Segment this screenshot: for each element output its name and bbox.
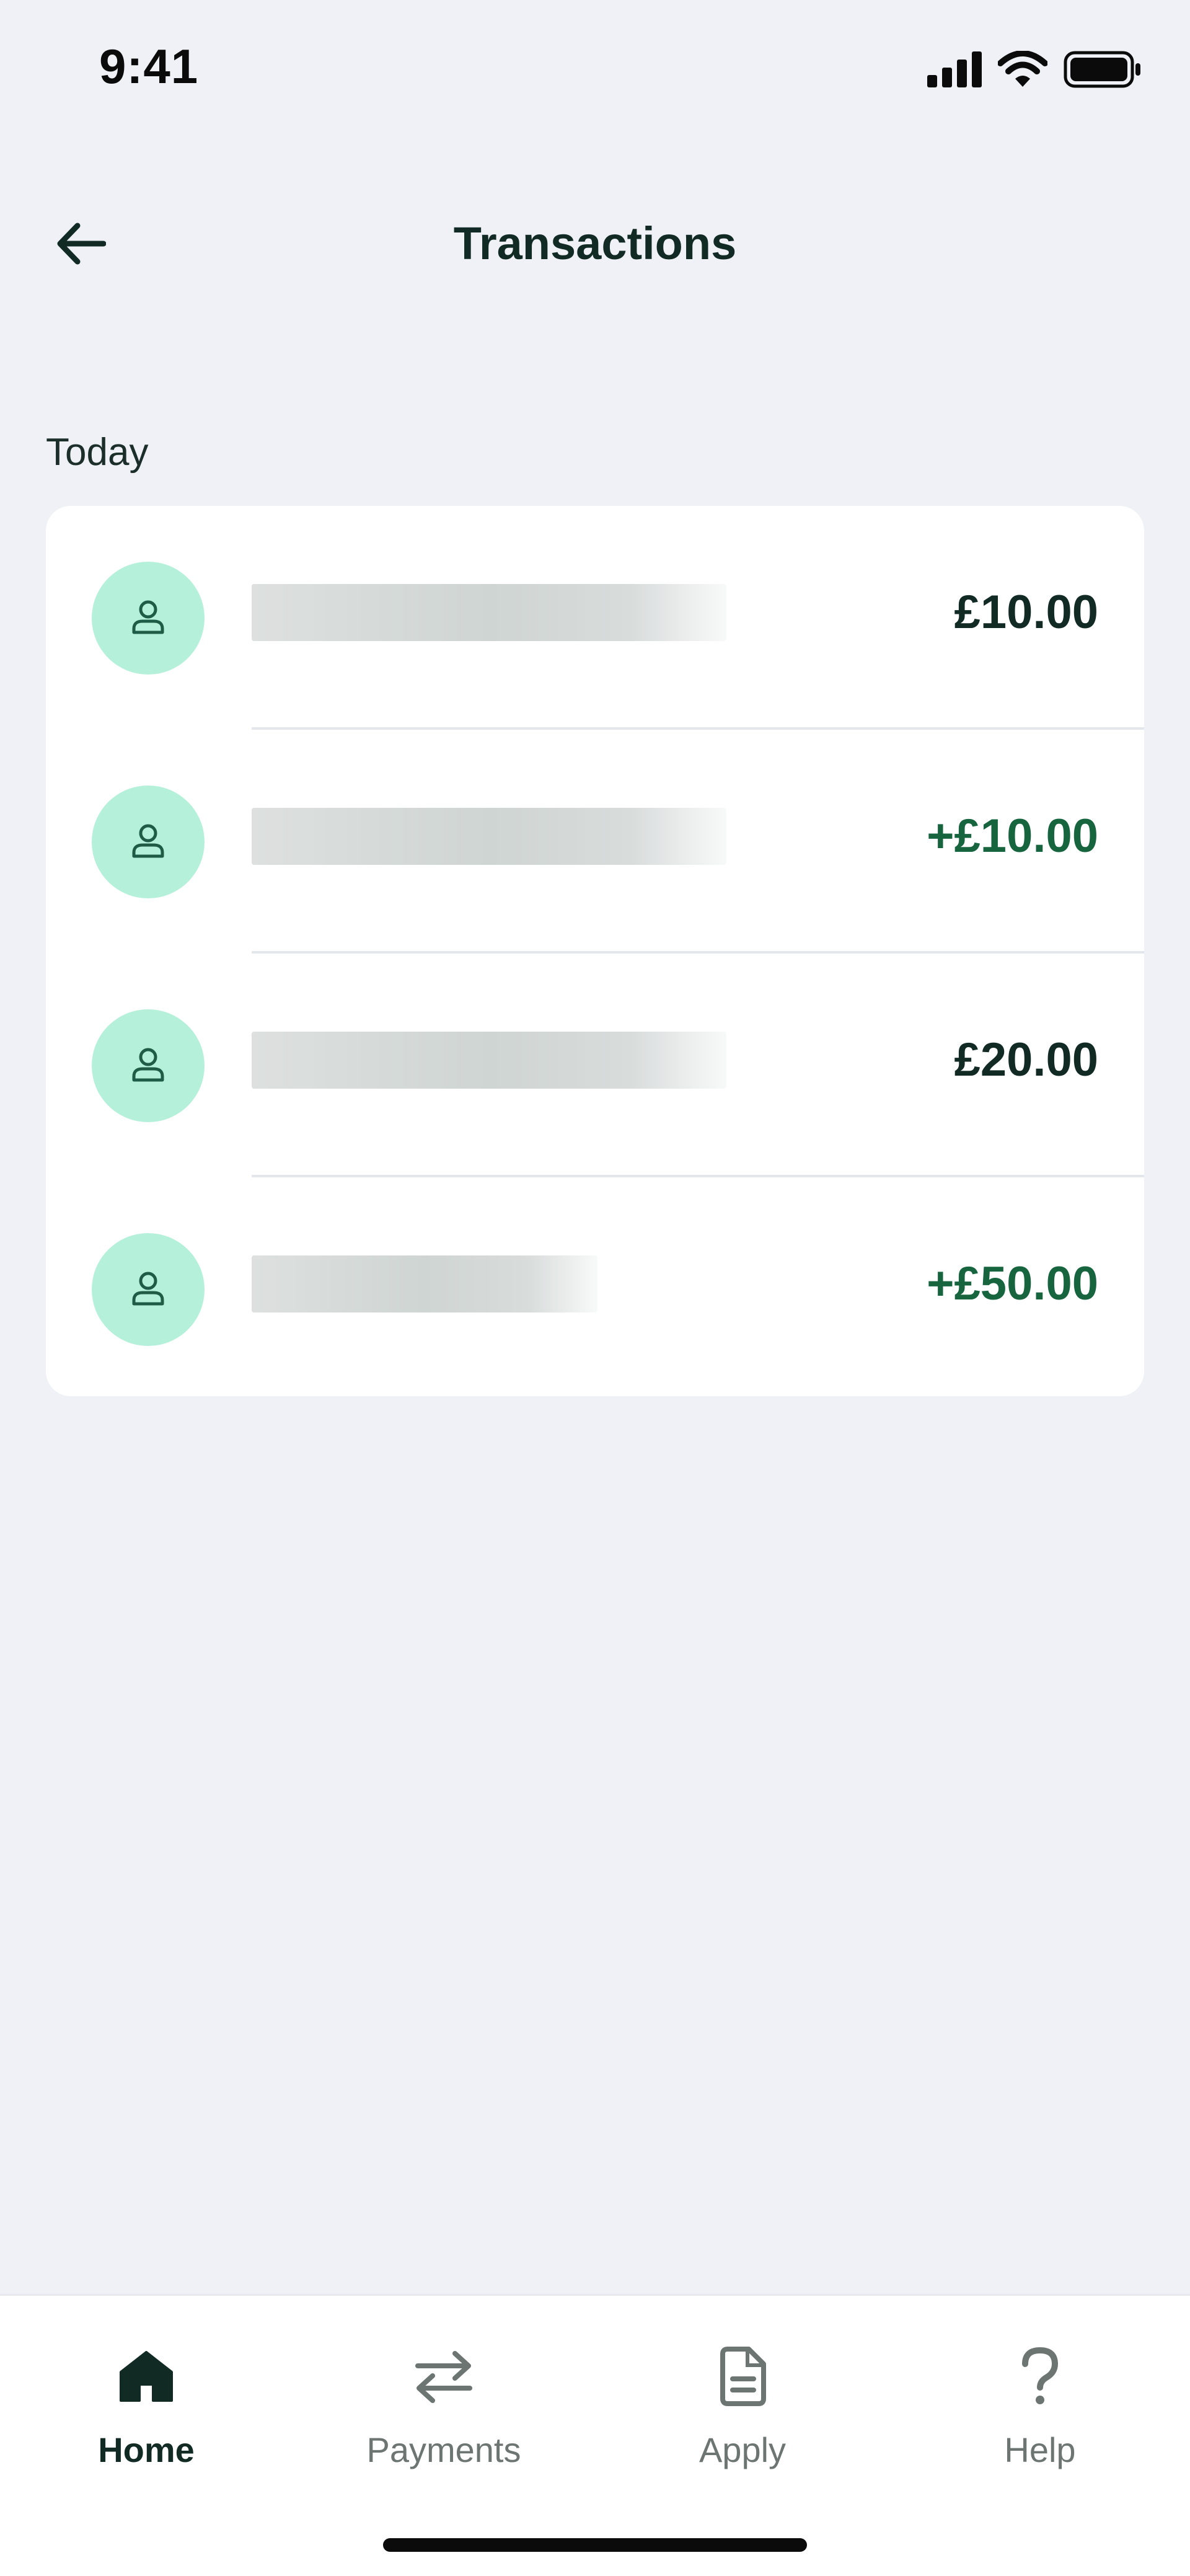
tab-label: Apply <box>699 2430 787 2469</box>
avatar <box>92 562 205 675</box>
transaction-row[interactable]: +£50.00 <box>46 1177 1144 1396</box>
status-time: 9:41 <box>99 39 199 94</box>
transaction-amount: £20.00 <box>954 1033 1098 1086</box>
avatar <box>92 1233 205 1346</box>
transactions-screen: 9:41 Transactions Today £10.00 +£10.00 £… <box>0 0 1190 2576</box>
transfer-arrows-icon <box>407 2339 481 2414</box>
person-icon <box>129 821 167 863</box>
home-icon <box>109 2339 183 2414</box>
redacted-name <box>252 1255 597 1312</box>
home-indicator <box>383 2538 807 2552</box>
tab-payments[interactable]: Payments <box>320 2339 568 2470</box>
cellular-signal-icon <box>927 51 982 91</box>
document-icon <box>705 2339 780 2414</box>
tab-home[interactable]: Home <box>22 2339 270 2470</box>
person-icon <box>129 1045 167 1087</box>
redacted-name <box>252 808 726 865</box>
transaction-amount: +£50.00 <box>927 1257 1098 1310</box>
avatar <box>92 1009 205 1122</box>
transaction-amount: +£10.00 <box>927 810 1098 862</box>
transaction-row[interactable]: £10.00 <box>46 506 1144 730</box>
tab-apply[interactable]: Apply <box>619 2339 866 2470</box>
tab-help[interactable]: Help <box>916 2339 1164 2470</box>
wifi-icon <box>997 50 1048 91</box>
tab-label: Payments <box>366 2430 521 2469</box>
redacted-name <box>252 584 726 641</box>
transactions-card: £10.00 +£10.00 £20.00 +£50.00 <box>46 506 1144 1396</box>
status-icons <box>927 50 1142 91</box>
page-title: Transactions <box>453 218 737 269</box>
redacted-name <box>252 1032 726 1089</box>
transaction-row[interactable]: £20.00 <box>46 954 1144 1177</box>
transaction-amount: £10.00 <box>954 586 1098 639</box>
person-icon <box>129 598 167 639</box>
section-label-today: Today <box>46 431 149 474</box>
question-mark-icon <box>1003 2339 1077 2414</box>
tab-label: Home <box>98 2430 195 2469</box>
avatar <box>92 786 205 898</box>
transaction-row[interactable]: +£10.00 <box>46 730 1144 954</box>
tab-label: Help <box>1004 2430 1076 2469</box>
bottom-tab-bar: Home Payments Apply Help <box>0 2294 1190 2576</box>
battery-icon <box>1064 51 1142 91</box>
person-icon <box>129 1269 167 1311</box>
